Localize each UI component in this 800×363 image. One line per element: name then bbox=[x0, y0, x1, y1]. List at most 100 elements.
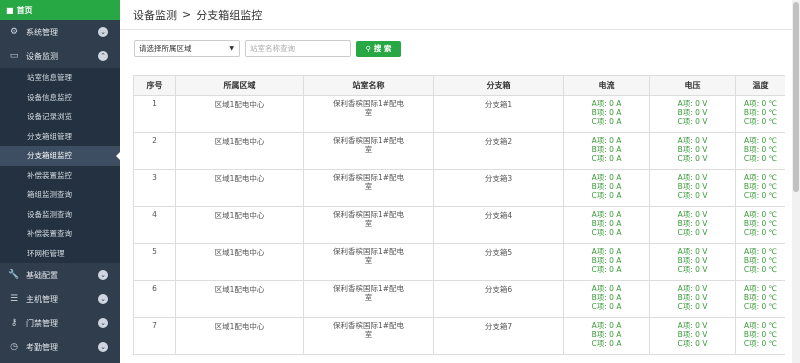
current-value: C项: 0 A bbox=[591, 191, 622, 200]
sidebar-home-label: 首页 bbox=[16, 5, 33, 15]
chevron-down-icon: ⌄ bbox=[98, 27, 108, 37]
sidebar-menu-base-config[interactable]: 🔧 基础配置 ⌄ bbox=[0, 263, 120, 287]
cell-area: 区域1配电中心 bbox=[175, 243, 304, 281]
voltage-value: A项: 0 V bbox=[677, 173, 708, 182]
voltage-value: C项: 0 V bbox=[677, 154, 708, 163]
sidebar-menu-host[interactable]: ☰ 主机管理 ⌄ bbox=[0, 287, 120, 311]
vertical-scrollbar[interactable] bbox=[792, 0, 800, 363]
sidebar-item-compensation-monitor[interactable]: 补偿装置监控 bbox=[0, 166, 120, 186]
table-header-row: 序号 所属区域 站室名称 分支箱 电流 电压 温度 bbox=[133, 75, 785, 96]
voltage-value: B项: 0 V bbox=[677, 293, 708, 302]
cell-current: A项: 0 A B项: 0 A C项: 0 A bbox=[563, 206, 650, 244]
breadcrumb-parent[interactable]: 设备监测 bbox=[133, 7, 177, 23]
cell-current: A项: 0 A B项: 0 A C项: 0 A bbox=[563, 280, 650, 318]
temp-value: C项: 0 ℃ bbox=[743, 228, 778, 237]
cell-voltage: A项: 0 V B项: 0 V C项: 0 V bbox=[649, 206, 736, 244]
temp-value: C项: 0 ℃ bbox=[743, 117, 778, 126]
current-value: A项: 0 A bbox=[591, 136, 622, 145]
cell-temp: A项: 0 ℃ B项: 0 ℃ C项: 0 ℃ bbox=[735, 132, 785, 170]
temp-value: B项: 0 ℃ bbox=[743, 293, 778, 302]
temp-value: B项: 0 ℃ bbox=[743, 145, 778, 154]
table-row: 2 区域1配电中心 保利香槟国际1#配电室分支箱2 A项: 0 A B项: 0 A C项:… bbox=[133, 132, 785, 170]
sidebar-menu-access[interactable]: ⚷ 门禁管理 ⌄ bbox=[0, 311, 120, 335]
cell-voltage: A项: 0 V B项: 0 V C项: 0 V bbox=[649, 280, 736, 318]
current-value: B项: 0 A bbox=[591, 219, 622, 228]
voltage-value: B项: 0 V bbox=[677, 330, 708, 339]
sidebar-item-device-info-monitor[interactable]: 设备信息监控 bbox=[0, 88, 120, 108]
wrench-icon: 🔧 bbox=[8, 270, 20, 280]
sidebar-item-device-query[interactable]: 设备监测查询 bbox=[0, 205, 120, 225]
sidebar-submenu: 站室信息管理 设备信息监控 设备记录浏览 分支箱组管理 分支箱组监控 补偿装置监… bbox=[0, 68, 120, 263]
home-icon: ■ bbox=[6, 5, 14, 15]
current-value: C项: 0 A bbox=[591, 339, 622, 348]
voltage-value: C项: 0 V bbox=[677, 228, 708, 237]
cell-box: 分支箱1 bbox=[433, 95, 564, 133]
table-row: 3 区域1配电中心 保利香槟国际1#配电室分支箱3 A项: 0 A B项: 0 A C项:… bbox=[133, 169, 785, 207]
sidebar-menu-system[interactable]: ⚙ 系统管理 ⌄ bbox=[0, 20, 120, 44]
cell-no: 4 bbox=[133, 206, 176, 244]
voltage-value: A项: 0 V bbox=[677, 210, 708, 219]
sidebar-menu-attendance[interactable]: ◷ 考勤管理 ⌄ bbox=[0, 335, 120, 359]
temp-value: B项: 0 ℃ bbox=[743, 182, 778, 191]
sidebar-item-compensation-query[interactable]: 补偿装置查询 bbox=[0, 224, 120, 244]
area-select[interactable]: 请选择所属区域 ▼ bbox=[134, 40, 240, 57]
current-value: C项: 0 A bbox=[591, 265, 622, 274]
sidebar-item-ring-cabinet[interactable]: 环网柜管理 bbox=[0, 244, 120, 264]
cell-no: 6 bbox=[133, 280, 176, 318]
temp-value: B项: 0 ℃ bbox=[743, 330, 778, 339]
area-select-value: 请选择所属区域 bbox=[139, 44, 192, 53]
cell-station: 保利香槟国际1#配电室 bbox=[303, 169, 434, 207]
voltage-value: A项: 0 V bbox=[677, 321, 708, 330]
sidebar-home[interactable]: ■ 首页 bbox=[0, 0, 120, 20]
search-icon: ⚲ bbox=[365, 44, 371, 53]
station-line: 室 bbox=[364, 219, 373, 228]
cell-area: 区域1配电中心 bbox=[175, 280, 304, 318]
clock-icon: ◷ bbox=[10, 342, 18, 352]
cell-area: 区域1配电中心 bbox=[175, 95, 304, 133]
chevron-down-icon: ⌄ bbox=[98, 270, 108, 280]
cell-area: 区域1配电中心 bbox=[175, 206, 304, 244]
voltage-value: A项: 0 V bbox=[677, 247, 708, 256]
station-search-input[interactable] bbox=[245, 40, 351, 57]
search-button[interactable]: ⚲ 搜 索 bbox=[356, 40, 401, 57]
scrollbar-thumb[interactable] bbox=[793, 2, 799, 192]
temp-value: B项: 0 ℃ bbox=[743, 219, 778, 228]
sidebar-menu-device-monitor[interactable]: ▭ 设备监测 ⌃ bbox=[0, 44, 120, 68]
sidebar-item-branch-box-manage[interactable]: 分支箱组管理 bbox=[0, 127, 120, 147]
station-line: 室 bbox=[364, 293, 373, 302]
voltage-value: C项: 0 V bbox=[677, 117, 708, 126]
sidebar-item-station-info[interactable]: 站室信息管理 bbox=[0, 68, 120, 88]
chevron-down-icon: ⌄ bbox=[98, 294, 108, 304]
chevron-down-icon: ⌄ bbox=[98, 342, 108, 352]
cell-area: 区域1配电中心 bbox=[175, 169, 304, 207]
temp-value: A项: 0 ℃ bbox=[743, 321, 778, 330]
voltage-value: C项: 0 V bbox=[677, 302, 708, 311]
temp-value: A项: 0 ℃ bbox=[743, 247, 778, 256]
cell-no: 3 bbox=[133, 169, 176, 207]
station-line: 室 bbox=[364, 145, 373, 154]
table-row: 5 区域1配电中心 保利香槟国际1#配电室分支箱5 A项: 0 A B项: 0 A C项:… bbox=[133, 243, 785, 281]
monitor-icon: ▭ bbox=[9, 51, 19, 61]
filter-toolbar: 请选择所属区域 ▼ ⚲ 搜 索 bbox=[134, 40, 401, 57]
voltage-value: A项: 0 V bbox=[677, 284, 708, 293]
table-row: 4 区域1配电中心 保利香槟国际1#配电室分支箱4 A项: 0 A B项: 0 A C项:… bbox=[133, 206, 785, 244]
voltage-value: C项: 0 V bbox=[677, 339, 708, 348]
sidebar-item-device-records[interactable]: 设备记录浏览 bbox=[0, 107, 120, 127]
cell-station: 保利香槟国际1#配电室 bbox=[303, 132, 434, 170]
voltage-value: B项: 0 V bbox=[677, 145, 708, 154]
current-value: B项: 0 A bbox=[591, 182, 622, 191]
current-value: B项: 0 A bbox=[591, 330, 622, 339]
cell-box: 分支箱7 bbox=[433, 317, 564, 355]
table-row: 6 区域1配电中心 保利香槟国际1#配电室分支箱6 A项: 0 A B项: 0 A C项:… bbox=[133, 280, 785, 318]
sidebar-item-branch-box-monitor[interactable]: 分支箱组监控 bbox=[0, 146, 120, 166]
cell-current: A项: 0 A B项: 0 A C项: 0 A bbox=[563, 317, 650, 355]
cell-voltage: A项: 0 V B项: 0 V C项: 0 V bbox=[649, 317, 736, 355]
breadcrumb: 设备监测 > 分支箱组监控 bbox=[120, 0, 800, 30]
temp-value: A项: 0 ℃ bbox=[743, 136, 778, 145]
sidebar-item-box-query[interactable]: 箱组监测查询 bbox=[0, 185, 120, 205]
cell-current: A项: 0 A B项: 0 A C项: 0 A bbox=[563, 169, 650, 207]
column-header: 分支箱 bbox=[433, 75, 564, 96]
cell-station: 保利香槟国际1#配电室 bbox=[303, 280, 434, 318]
cell-station: 保利香槟国际1#配电室 bbox=[303, 243, 434, 281]
temp-value: B项: 0 ℃ bbox=[743, 108, 778, 117]
